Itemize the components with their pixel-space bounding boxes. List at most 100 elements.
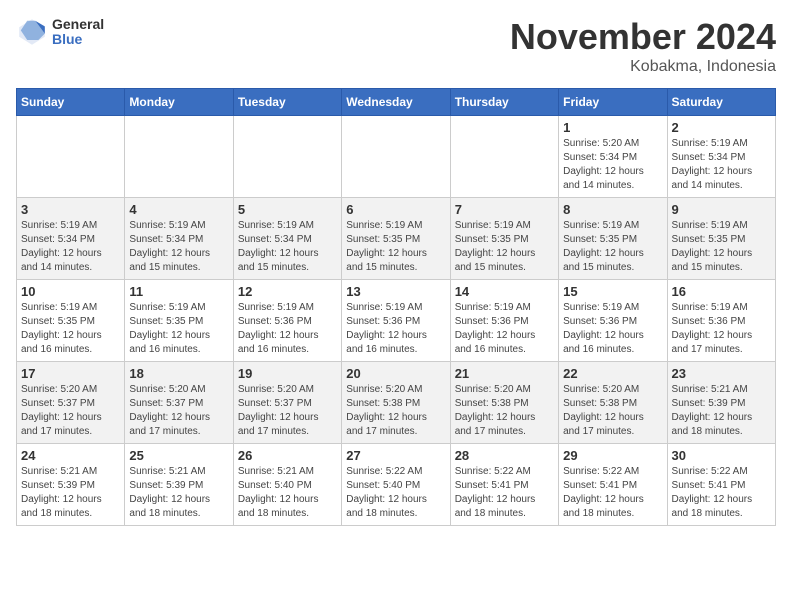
day-info: Sunrise: 5:19 AM Sunset: 5:35 PM Dayligh… xyxy=(21,301,120,357)
day-number: 10 xyxy=(21,284,120,299)
calendar-cell: 29 Sunrise: 5:22 AM Sunset: 5:41 PM Dayli… xyxy=(559,444,667,526)
day-number: 30 xyxy=(672,448,771,463)
calendar-cell: 30 Sunrise: 5:22 AM Sunset: 5:41 PM Dayli… xyxy=(667,444,775,526)
day-number: 17 xyxy=(21,366,120,381)
day-number: 29 xyxy=(563,448,662,463)
calendar-cell xyxy=(450,116,558,198)
day-info: Sunrise: 5:22 AM Sunset: 5:41 PM Dayligh… xyxy=(563,465,662,521)
calendar-cell: 27Sunrise: 5:22 AM Sunset: 5:40 PM Dayli… xyxy=(342,444,450,526)
day-info: Sunrise: 5:20 AM Sunset: 5:38 PM Dayligh… xyxy=(563,383,662,439)
logo-blue: Blue xyxy=(52,32,104,47)
calendar-cell: 4 Sunrise: 5:19 AM Sunset: 5:34 PM Daylig… xyxy=(125,198,233,280)
calendar-cell: 11 Sunrise: 5:19 AM Sunset: 5:35 PM Dayli… xyxy=(125,280,233,362)
calendar-cell: 26 Sunrise: 5:21 AM Sunset: 5:40 PM Dayli… xyxy=(233,444,341,526)
day-info: Sunrise: 5:19 AM Sunset: 5:36 PM Dayligh… xyxy=(346,301,445,357)
logo: General Blue xyxy=(16,16,104,48)
calendar-cell: 8 Sunrise: 5:19 AM Sunset: 5:35 PM Daylig… xyxy=(559,198,667,280)
calendar-cell: 19 Sunrise: 5:20 AM Sunset: 5:37 PM Dayli… xyxy=(233,362,341,444)
calendar-cell: 22 Sunrise: 5:20 AM Sunset: 5:38 PM Dayli… xyxy=(559,362,667,444)
day-number: 21 xyxy=(455,366,554,381)
day-number: 13 xyxy=(346,284,445,299)
calendar-body: 1Sunrise: 5:20 AM Sunset: 5:34 PM Daylig… xyxy=(17,116,776,526)
day-number: 4 xyxy=(129,202,228,217)
weekday-header: Monday xyxy=(125,89,233,116)
day-info: Sunrise: 5:20 AM Sunset: 5:38 PM Dayligh… xyxy=(455,383,554,439)
day-info: Sunrise: 5:19 AM Sunset: 5:36 PM Dayligh… xyxy=(455,301,554,357)
calendar-cell: 17 Sunrise: 5:20 AM Sunset: 5:37 PM Dayli… xyxy=(17,362,125,444)
day-number: 28 xyxy=(455,448,554,463)
day-info: Sunrise: 5:19 AM Sunset: 5:35 PM Dayligh… xyxy=(563,219,662,275)
day-info: Sunrise: 5:19 AM Sunset: 5:34 PM Dayligh… xyxy=(672,137,771,193)
calendar-header: SundayMondayTuesdayWednesdayThursdayFrid… xyxy=(17,89,776,116)
calendar-cell: 14 Sunrise: 5:19 AM Sunset: 5:36 PM Dayli… xyxy=(450,280,558,362)
calendar-week-row: 24Sunrise: 5:21 AM Sunset: 5:39 PM Dayli… xyxy=(17,444,776,526)
day-info: Sunrise: 5:19 AM Sunset: 5:35 PM Dayligh… xyxy=(129,301,228,357)
calendar-week-row: 1Sunrise: 5:20 AM Sunset: 5:34 PM Daylig… xyxy=(17,116,776,198)
day-number: 12 xyxy=(238,284,337,299)
day-info: Sunrise: 5:19 AM Sunset: 5:34 PM Dayligh… xyxy=(238,219,337,275)
calendar-cell: 13 Sunrise: 5:19 AM Sunset: 5:36 PM Dayli… xyxy=(342,280,450,362)
calendar-cell xyxy=(125,116,233,198)
day-number: 15 xyxy=(563,284,662,299)
calendar-cell: 15 Sunrise: 5:19 AM Sunset: 5:36 PM Dayli… xyxy=(559,280,667,362)
day-number: 9 xyxy=(672,202,771,217)
day-info: Sunrise: 5:21 AM Sunset: 5:39 PM Dayligh… xyxy=(129,465,228,521)
day-info: Sunrise: 5:22 AM Sunset: 5:41 PM Dayligh… xyxy=(455,465,554,521)
day-info: Sunrise: 5:19 AM Sunset: 5:34 PM Dayligh… xyxy=(21,219,120,275)
day-info: Sunrise: 5:19 AM Sunset: 5:35 PM Dayligh… xyxy=(455,219,554,275)
day-number: 8 xyxy=(563,202,662,217)
calendar-cell: 25 Sunrise: 5:21 AM Sunset: 5:39 PM Dayli… xyxy=(125,444,233,526)
day-number: 23 xyxy=(672,366,771,381)
calendar-cell: 6Sunrise: 5:19 AM Sunset: 5:35 PM Daylig… xyxy=(342,198,450,280)
day-number: 22 xyxy=(563,366,662,381)
weekday-header: Tuesday xyxy=(233,89,341,116)
calendar-cell: 3 Sunrise: 5:19 AM Sunset: 5:34 PM Daylig… xyxy=(17,198,125,280)
day-number: 19 xyxy=(238,366,337,381)
day-number: 18 xyxy=(129,366,228,381)
day-number: 5 xyxy=(238,202,337,217)
day-info: Sunrise: 5:20 AM Sunset: 5:34 PM Dayligh… xyxy=(563,137,662,193)
page-header: General Blue November 2024 Kobakma, Indo… xyxy=(16,16,776,76)
logo-text: General Blue xyxy=(52,17,104,48)
day-number: 26 xyxy=(238,448,337,463)
calendar-cell xyxy=(233,116,341,198)
day-number: 16 xyxy=(672,284,771,299)
weekday-header: Saturday xyxy=(667,89,775,116)
calendar-cell: 2Sunrise: 5:19 AM Sunset: 5:34 PM Daylig… xyxy=(667,116,775,198)
calendar-week-row: 10 Sunrise: 5:19 AM Sunset: 5:35 PM Dayli… xyxy=(17,280,776,362)
day-info: Sunrise: 5:19 AM Sunset: 5:34 PM Dayligh… xyxy=(129,219,228,275)
day-info: Sunrise: 5:19 AM Sunset: 5:36 PM Dayligh… xyxy=(238,301,337,357)
day-number: 3 xyxy=(21,202,120,217)
day-info: Sunrise: 5:20 AM Sunset: 5:37 PM Dayligh… xyxy=(21,383,120,439)
calendar-cell: 20 Sunrise: 5:20 AM Sunset: 5:38 PM Dayli… xyxy=(342,362,450,444)
day-info: Sunrise: 5:19 AM Sunset: 5:35 PM Dayligh… xyxy=(672,219,771,275)
day-number: 6 xyxy=(346,202,445,217)
header-row: SundayMondayTuesdayWednesdayThursdayFrid… xyxy=(17,89,776,116)
calendar-cell xyxy=(17,116,125,198)
calendar-cell: 12 Sunrise: 5:19 AM Sunset: 5:36 PM Dayli… xyxy=(233,280,341,362)
day-info: Sunrise: 5:19 AM Sunset: 5:36 PM Dayligh… xyxy=(563,301,662,357)
weekday-header: Wednesday xyxy=(342,89,450,116)
day-info: Sunrise: 5:21 AM Sunset: 5:39 PM Dayligh… xyxy=(672,383,771,439)
calendar-cell: 9 Sunrise: 5:19 AM Sunset: 5:35 PM Daylig… xyxy=(667,198,775,280)
day-number: 7 xyxy=(455,202,554,217)
day-number: 11 xyxy=(129,284,228,299)
calendar-cell: 18Sunrise: 5:20 AM Sunset: 5:37 PM Dayli… xyxy=(125,362,233,444)
day-number: 25 xyxy=(129,448,228,463)
day-number: 27 xyxy=(346,448,445,463)
calendar-cell: 10 Sunrise: 5:19 AM Sunset: 5:35 PM Dayli… xyxy=(17,280,125,362)
calendar-table: SundayMondayTuesdayWednesdayThursdayFrid… xyxy=(16,88,776,526)
logo-general: General xyxy=(52,17,104,32)
month-title: November 2024 xyxy=(510,16,776,58)
calendar-cell: 21 Sunrise: 5:20 AM Sunset: 5:38 PM Dayli… xyxy=(450,362,558,444)
day-info: Sunrise: 5:22 AM Sunset: 5:41 PM Dayligh… xyxy=(672,465,771,521)
day-info: Sunrise: 5:20 AM Sunset: 5:37 PM Dayligh… xyxy=(238,383,337,439)
weekday-header: Friday xyxy=(559,89,667,116)
day-info: Sunrise: 5:21 AM Sunset: 5:40 PM Dayligh… xyxy=(238,465,337,521)
calendar-cell: 1Sunrise: 5:20 AM Sunset: 5:34 PM Daylig… xyxy=(559,116,667,198)
day-number: 20 xyxy=(346,366,445,381)
weekday-header: Sunday xyxy=(17,89,125,116)
day-number: 14 xyxy=(455,284,554,299)
day-info: Sunrise: 5:20 AM Sunset: 5:38 PM Dayligh… xyxy=(346,383,445,439)
calendar-cell: 23 Sunrise: 5:21 AM Sunset: 5:39 PM Dayli… xyxy=(667,362,775,444)
